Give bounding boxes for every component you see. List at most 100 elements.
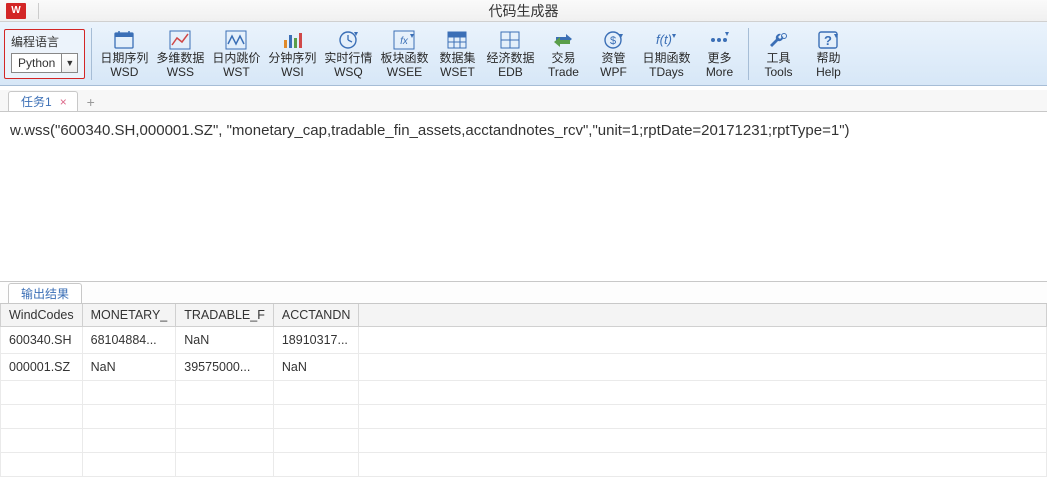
- editor-tab-strip: 任务1 × +: [0, 90, 1047, 112]
- code-content: w.wss("600340.SH,000001.SZ", "monetary_c…: [10, 122, 850, 139]
- clock-icon: [336, 29, 360, 51]
- toolbar-label-cn: 工具: [766, 51, 790, 65]
- toolbar-button-wst[interactable]: 日内跳价WST: [208, 25, 264, 83]
- titlebar-separator: [38, 3, 39, 19]
- toolbar-label-en: Trade: [548, 65, 579, 79]
- toolbar-label-cn: 分钟序列: [268, 51, 316, 65]
- svg-text:$: $: [610, 35, 616, 47]
- toolbar-button-tdays[interactable]: f(t) 日期函数TDays: [638, 25, 694, 83]
- toolbar-button-trade[interactable]: 交易Trade: [538, 25, 588, 83]
- grid-icon: [445, 29, 469, 51]
- table-cell: NaN: [273, 354, 359, 381]
- ribbon-separator: [748, 28, 749, 80]
- add-tab-button[interactable]: +: [82, 93, 100, 111]
- chart-line-icon: [168, 29, 192, 51]
- dots-icon: [707, 29, 731, 51]
- toolbar-button-wset[interactable]: 数据集WSET: [432, 25, 482, 83]
- dollar-icon: $: [601, 29, 625, 51]
- toolbar-label-en: Tools: [764, 65, 792, 79]
- svg-text:fx: fx: [401, 36, 410, 47]
- grid2-icon: [498, 29, 522, 51]
- toolbar-button-more[interactable]: 更多More: [694, 25, 744, 83]
- output-table: WindCodesMONETARY_TRADABLE_FACCTANDN 600…: [0, 304, 1047, 477]
- language-block: 编程语言 Python ▼: [4, 29, 85, 79]
- toolbar-label-cn: 日期函数: [642, 51, 690, 65]
- toolbar-button-wsd[interactable]: 日期序列WSD: [96, 25, 152, 83]
- toolbar-label-cn: 日期序列: [100, 51, 148, 65]
- toolbar-label-cn: 板块函数: [380, 51, 428, 65]
- svg-text:f(t): f(t): [657, 32, 673, 47]
- table-cell: 18910317...: [273, 327, 359, 354]
- toolbar-button-edb[interactable]: 经济数据EDB: [482, 25, 538, 83]
- ribbon-separator: [91, 28, 92, 80]
- ft-icon: f(t): [654, 29, 678, 51]
- output-tab-strip: 输出结果: [0, 282, 1047, 304]
- window-title: 代码生成器: [489, 1, 559, 21]
- toolbar-button-wsee[interactable]: fx 板块函数WSEE: [376, 25, 432, 83]
- title-bar: W 代码生成器: [0, 0, 1047, 22]
- language-label: 编程语言: [11, 33, 78, 50]
- column-header[interactable]: WindCodes: [1, 304, 83, 327]
- toolbar-label-cn: 更多: [707, 51, 731, 65]
- bars-icon: [280, 29, 304, 51]
- column-header[interactable]: MONETARY_: [82, 304, 176, 327]
- language-select[interactable]: Python ▼: [11, 53, 78, 73]
- code-editor[interactable]: w.wss("600340.SH,000001.SZ", "monetary_c…: [0, 112, 1047, 282]
- toolbar-label-cn: 日内跳价: [212, 51, 260, 65]
- toolbar-button-wsi[interactable]: 分钟序列WSI: [264, 25, 320, 83]
- toolbar-label-en: WSQ: [334, 65, 363, 79]
- column-header-pad: [359, 304, 1047, 327]
- toolbar-label-cn: 帮助: [816, 51, 840, 65]
- table-row[interactable]: 600340.SH68104884...NaN18910317...: [1, 327, 1047, 354]
- arrows-icon: [551, 29, 575, 51]
- toolbar-label-en: WSI: [281, 65, 304, 79]
- table-cell: 39575000...: [176, 354, 274, 381]
- toolbar-label-cn: 资管: [601, 51, 625, 65]
- column-header[interactable]: ACCTANDN: [273, 304, 359, 327]
- close-icon[interactable]: ×: [60, 95, 67, 109]
- toolbar-label-en: WSEE: [387, 65, 422, 79]
- help-icon: ?: [816, 29, 840, 51]
- table-row[interactable]: 000001.SZNaN39575000...NaN: [1, 354, 1047, 381]
- wrench-icon: [766, 29, 790, 51]
- table-cell: NaN: [176, 327, 274, 354]
- toolbar-button-help[interactable]: ? 帮助Help: [803, 25, 853, 83]
- toolbar-label-cn: 实时行情: [324, 51, 372, 65]
- table-cell: NaN: [82, 354, 176, 381]
- table-cell: 68104884...: [82, 327, 176, 354]
- calendar-icon: [112, 29, 136, 51]
- toolbar-label-en: WSS: [167, 65, 194, 79]
- editor-tab[interactable]: 任务1 ×: [8, 91, 78, 111]
- table-row-empty: [1, 405, 1047, 429]
- toolbar-button-wpf[interactable]: $ 资管WPF: [588, 25, 638, 83]
- toolbar-button-wss[interactable]: 多维数据WSS: [152, 25, 208, 83]
- table-cell: 600340.SH: [1, 327, 83, 354]
- toolbar-label-en: WSET: [440, 65, 475, 79]
- table-row-empty: [1, 429, 1047, 453]
- chart-zig-icon: [224, 29, 248, 51]
- table-row-empty: [1, 381, 1047, 405]
- table-cell: 000001.SZ: [1, 354, 83, 381]
- toolbar-label-en: WPF: [600, 65, 627, 79]
- toolbar-label-en: WST: [223, 65, 250, 79]
- toolbar-label-en: WSD: [110, 65, 138, 79]
- toolbar-label-cn: 数据集: [439, 51, 475, 65]
- svg-text:?: ?: [825, 33, 833, 48]
- editor-tab-label: 任务1: [21, 93, 52, 110]
- toolbar-button-wsq[interactable]: 实时行情WSQ: [320, 25, 376, 83]
- ribbon-toolbar: 编程语言 Python ▼ 日期序列WSD多维数据WSS日内跳价WST分钟序列W…: [0, 22, 1047, 86]
- toolbar-label-en: More: [706, 65, 733, 79]
- toolbar-label-en: EDB: [498, 65, 523, 79]
- toolbar-label-en: Help: [816, 65, 841, 79]
- toolbar-label-cn: 交易: [551, 51, 575, 65]
- table-row-empty: [1, 453, 1047, 477]
- app-logo: W: [6, 3, 26, 19]
- toolbar-button-tools[interactable]: 工具Tools: [753, 25, 803, 83]
- output-tab-label: 输出结果: [21, 285, 69, 302]
- output-tab[interactable]: 输出结果: [8, 283, 82, 303]
- toolbar-label-en: TDays: [649, 65, 684, 79]
- toolbar-label-cn: 多维数据: [156, 51, 204, 65]
- chevron-down-icon[interactable]: ▼: [61, 54, 77, 72]
- column-header[interactable]: TRADABLE_F: [176, 304, 274, 327]
- toolbar-label-cn: 经济数据: [486, 51, 534, 65]
